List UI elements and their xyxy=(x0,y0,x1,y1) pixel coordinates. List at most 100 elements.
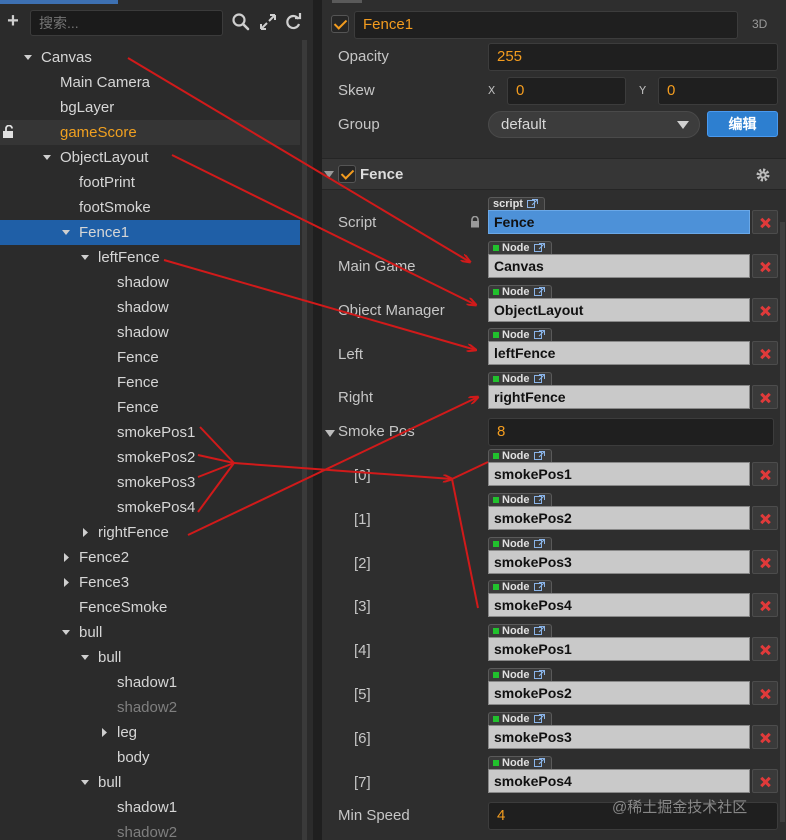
script-ref-value[interactable]: Fence xyxy=(488,210,750,234)
expanded-arrow-icon[interactable] xyxy=(79,245,93,270)
clear-object-manager-button[interactable] xyxy=(752,298,778,322)
collapsed-arrow-icon[interactable] xyxy=(79,520,93,545)
script-ref-field[interactable]: script Fence xyxy=(488,197,778,239)
tree-node-fence[interactable]: Fence xyxy=(0,345,300,370)
smoke-pos-item-ref-field[interactable]: Node smokePos2 xyxy=(488,492,778,535)
clear-smoke-pos-item-button[interactable] xyxy=(752,462,778,486)
smoke-pos-item-ref-value[interactable]: smokePos3 xyxy=(488,724,750,749)
smoke-pos-item-ref-value[interactable]: smokePos4 xyxy=(488,768,750,793)
tree-node-canvas[interactable]: Canvas xyxy=(0,45,300,70)
tree-node-bglayer[interactable]: bgLayer xyxy=(0,95,300,120)
clear-smoke-pos-item-button[interactable] xyxy=(752,593,778,618)
external-link-icon[interactable] xyxy=(533,451,545,460)
expanded-arrow-icon[interactable] xyxy=(60,220,74,245)
node-name-input[interactable]: Fence1 xyxy=(354,11,738,39)
tree-node-bull[interactable]: bull xyxy=(0,620,300,645)
collapsed-arrow-icon[interactable] xyxy=(60,570,74,595)
component-enabled-checkbox[interactable] xyxy=(338,165,356,183)
tree-node-fence[interactable]: Fence xyxy=(0,395,300,420)
external-link-icon[interactable] xyxy=(533,626,545,636)
clear-smoke-pos-item-button[interactable] xyxy=(752,681,778,705)
inspector-scrollbar[interactable] xyxy=(780,222,785,822)
external-link-icon[interactable] xyxy=(533,330,545,339)
smoke-pos-item-ref-value[interactable]: smokePos2 xyxy=(488,505,750,530)
tree-node-shadow2[interactable]: shadow2 xyxy=(0,695,300,720)
external-link-icon[interactable] xyxy=(533,670,545,679)
external-link-icon[interactable] xyxy=(533,374,545,383)
external-link-icon[interactable] xyxy=(533,494,545,504)
right-ref-value[interactable]: rightFence xyxy=(488,385,750,409)
unlock-icon[interactable] xyxy=(2,125,18,139)
smoke-pos-item-ref-value[interactable]: smokePos2 xyxy=(488,681,750,705)
tree-node-footprint[interactable]: footPrint xyxy=(0,170,300,195)
clear-smoke-pos-item-button[interactable] xyxy=(752,505,778,530)
panel-splitter[interactable] xyxy=(313,0,322,840)
tree-node-leftfence[interactable]: leftFence xyxy=(0,245,300,270)
clear-smoke-pos-item-button[interactable] xyxy=(752,637,778,662)
tree-node-leg[interactable]: leg xyxy=(0,720,300,745)
object-manager-ref-field[interactable]: Node ObjectLayout xyxy=(488,285,778,327)
expand-all-icon[interactable] xyxy=(258,12,278,32)
collapsed-arrow-icon[interactable] xyxy=(98,720,112,745)
expanded-arrow-icon[interactable] xyxy=(79,770,93,795)
smoke-pos-item-ref-field[interactable]: Node smokePos1 xyxy=(488,624,778,666)
tree-node-bull[interactable]: bull xyxy=(0,645,300,670)
main-game-ref-value[interactable]: Canvas xyxy=(488,254,750,278)
add-node-button[interactable]: + xyxy=(4,11,22,31)
clear-main-game-button[interactable] xyxy=(752,254,778,278)
clear-smoke-pos-item-button[interactable] xyxy=(752,768,778,793)
expanded-arrow-icon[interactable] xyxy=(22,45,36,70)
external-link-icon[interactable] xyxy=(533,538,545,548)
tree-node-shadow2[interactable]: shadow2 xyxy=(0,820,300,840)
tree-node-fence[interactable]: Fence xyxy=(0,370,300,395)
collapse-arrow-icon[interactable] xyxy=(324,168,334,180)
external-link-icon[interactable] xyxy=(533,243,545,252)
clear-smoke-pos-item-button[interactable] xyxy=(752,549,778,574)
tree-node-shadow[interactable]: shadow xyxy=(0,295,300,320)
smoke-pos-item-ref-field[interactable]: Node smokePos1 xyxy=(488,449,778,491)
hierarchy-scrollbar[interactable] xyxy=(302,40,307,840)
smoke-pos-item-ref-field[interactable]: Node smokePos2 xyxy=(488,668,778,710)
3d-toggle[interactable]: 3D xyxy=(752,17,767,31)
smoke-pos-item-ref-value[interactable]: smokePos3 xyxy=(488,549,750,574)
main-game-ref-field[interactable]: Node Canvas xyxy=(488,241,778,283)
tree-node-gamescore[interactable]: gameScore xyxy=(0,120,300,145)
tree-node-shadow[interactable]: shadow xyxy=(0,270,300,295)
clear-script-button[interactable] xyxy=(752,210,778,234)
external-link-icon[interactable] xyxy=(533,713,545,723)
smoke-pos-item-ref-field[interactable]: Node smokePos4 xyxy=(488,755,778,798)
left-ref-value[interactable]: leftFence xyxy=(488,341,750,365)
tree-node-footsmoke[interactable]: footSmoke xyxy=(0,195,300,220)
collapsed-arrow-icon[interactable] xyxy=(60,545,74,570)
smoke-pos-item-ref-value[interactable]: smokePos1 xyxy=(488,462,750,486)
external-link-icon[interactable] xyxy=(533,757,545,767)
node-active-checkbox[interactable] xyxy=(331,15,349,33)
external-link-icon[interactable] xyxy=(533,287,545,296)
smoke-pos-item-ref-value[interactable]: smokePos1 xyxy=(488,637,750,662)
smoke-pos-item-ref-value[interactable]: smokePos4 xyxy=(488,593,750,618)
tree-node-smokepos3[interactable]: smokePos3 xyxy=(0,470,300,495)
smoke-pos-count-input[interactable]: 8 xyxy=(488,418,774,446)
expanded-arrow-icon[interactable] xyxy=(79,645,93,670)
tree-node-fence1[interactable]: Fence1 xyxy=(0,220,300,245)
gear-icon[interactable] xyxy=(755,167,771,183)
expanded-arrow-icon[interactable] xyxy=(41,145,55,170)
smoke-pos-collapse-icon[interactable] xyxy=(325,428,335,438)
clear-right-button[interactable] xyxy=(752,385,778,409)
tree-node-bull[interactable]: bull xyxy=(0,770,300,795)
group-select[interactable]: default xyxy=(488,111,700,138)
tree-node-shadow1[interactable]: shadow1 xyxy=(0,795,300,820)
tree-node-fencesmoke[interactable]: FenceSmoke xyxy=(0,595,300,620)
component-header[interactable]: Fence xyxy=(322,158,786,190)
tree-node-objectlayout[interactable]: ObjectLayout xyxy=(0,145,300,170)
skew-x-input[interactable]: 0 xyxy=(507,77,626,105)
tree-node-shadow1[interactable]: shadow1 xyxy=(0,670,300,695)
tree-node-main camera[interactable]: Main Camera xyxy=(0,70,300,95)
tree-node-smokepos1[interactable]: smokePos1 xyxy=(0,420,300,445)
smoke-pos-item-ref-field[interactable]: Node smokePos3 xyxy=(488,536,778,579)
tree-node-shadow[interactable]: shadow xyxy=(0,320,300,345)
object-manager-ref-value[interactable]: ObjectLayout xyxy=(488,298,750,322)
tree-node-smokepos2[interactable]: smokePos2 xyxy=(0,445,300,470)
refresh-icon[interactable] xyxy=(283,12,303,32)
clear-smoke-pos-item-button[interactable] xyxy=(752,724,778,749)
